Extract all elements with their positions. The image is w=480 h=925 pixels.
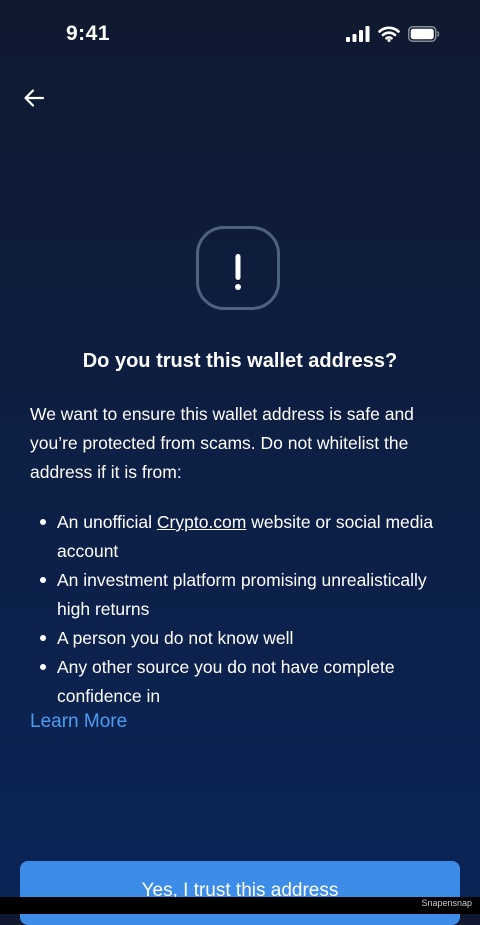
crypto-com-link[interactable]: Crypto.com: [157, 512, 246, 532]
list-item: An unofficial Crypto.com website or soci…: [30, 508, 450, 566]
page-title: Do you trust this wallet address?: [82, 350, 398, 372]
list-item: An investment platform promising unreali…: [30, 566, 450, 624]
back-button[interactable]: [22, 86, 50, 112]
bullet-dot: [40, 519, 46, 525]
learn-more-link[interactable]: Learn More: [30, 711, 127, 733]
warning-list: An unofficial Crypto.com website or soci…: [30, 508, 450, 711]
status-bar: 9:41: [0, 0, 480, 72]
bullet-dot: [40, 635, 46, 641]
status-time: 9:41: [66, 22, 111, 45]
list-item-text: An investment platform promising unreali…: [57, 570, 427, 619]
list-item: Any other source you do not have complet…: [30, 653, 450, 711]
watermark: Snapensnap: [421, 898, 472, 908]
trust-address-button[interactable]: Yes, I trust this address: [20, 861, 460, 925]
signal-icon: [346, 26, 370, 42]
intro-text: We want to ensure this wallet address is…: [30, 404, 414, 482]
alert-icon-container: [196, 226, 280, 310]
exclamation-icon: [235, 254, 241, 290]
battery-icon: [408, 26, 440, 42]
wifi-icon: [378, 26, 400, 42]
list-item-text: A person you do not know well: [57, 628, 294, 648]
arrow-left-icon: [24, 89, 45, 107]
status-icons: [346, 26, 440, 42]
bullet-dot: [40, 664, 46, 670]
list-item-text: Any other source you do not have complet…: [57, 657, 395, 706]
bottom-bar: Snapensnap: [0, 897, 480, 914]
list-item: A person you do not know well: [30, 624, 450, 653]
bullet-dot: [40, 577, 46, 583]
list-item-text-before: An unofficial: [57, 512, 157, 532]
